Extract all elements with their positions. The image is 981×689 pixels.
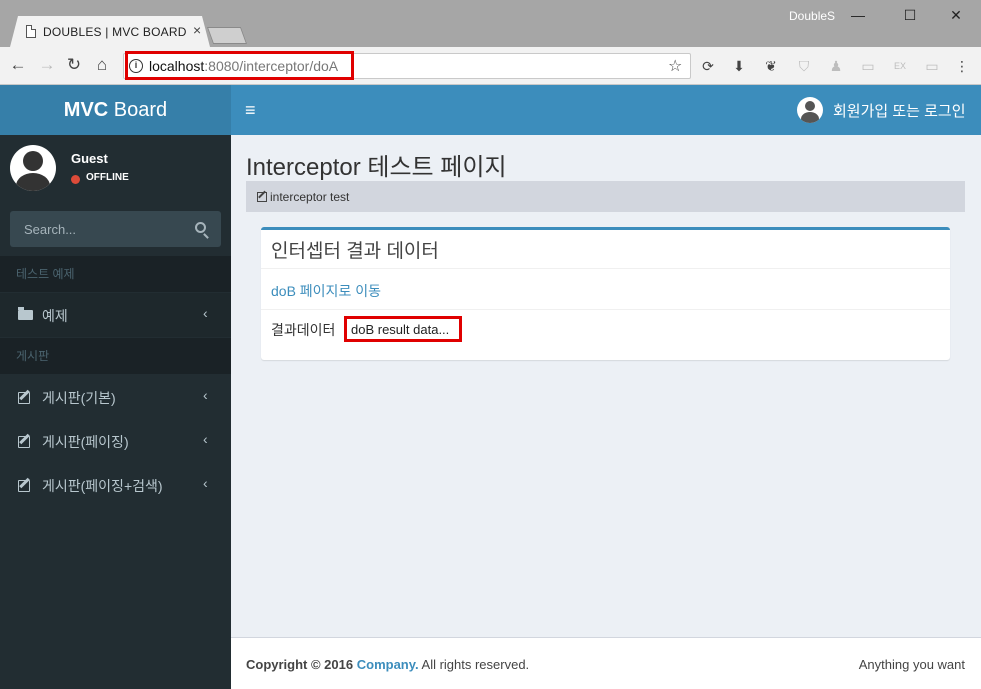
browser-tab[interactable]: DOUBLES | MVC BOARD × [10,16,210,47]
download-icon[interactable]: ⬇ [730,57,748,75]
tab-close-icon[interactable]: × [193,22,201,38]
user-icon[interactable]: ♟ [827,57,845,75]
edit-icon [18,480,30,492]
breadcrumb-text: interceptor test [270,190,350,204]
company-link[interactable]: Company. [357,657,419,672]
result-label: 결과데이터 [271,322,336,338]
status-dot-icon [71,175,80,184]
sidebar-item-label: 게시판(페이징) [42,434,129,450]
tab-title: DOUBLES | MVC BOARD [43,25,187,39]
logo[interactable]: MVC Board [0,85,231,135]
browser-toolbar: ← → ↻ ⌂ i localhost:8080/interceptor/doA… [0,47,981,85]
sidebar-item-label: 게시판(기본) [42,390,116,406]
home-button[interactable]: ⌂ [91,54,113,76]
breadcrumb: interceptor test [246,181,965,212]
browser-window: DOUBLES | MVC BOARD × DoubleS — ☐ ✕ ← → … [0,0,981,689]
sidebar-item-examples[interactable]: 예제 ‹ [0,293,231,337]
user-avatar [10,145,56,191]
edit-icon [18,436,30,448]
sidebar-search [10,211,221,247]
sidebar-item-board-paging-search[interactable]: 게시판(페이징+검색) ‹ [0,463,231,507]
copyright-label: Copyright © 2016 [246,657,354,672]
folder-icon [18,307,33,320]
status-text: OFFLINE [86,172,129,183]
chevron-left-icon: ‹ [203,305,208,321]
edit-icon [18,392,30,404]
top-navbar: ≡ 회원가입 또는 로그인 [231,85,981,135]
sidebar-item-board-paging[interactable]: 게시판(페이징) ‹ [0,419,231,463]
reload-button[interactable]: ↻ [63,54,85,76]
forward-button[interactable]: → [36,54,58,76]
sidebar-header-board: 게시판 [0,338,231,374]
edit-icon [257,192,267,202]
chevron-left-icon: ‹ [203,387,208,403]
chevron-left-icon: ‹ [203,431,208,447]
search-input[interactable] [10,211,190,247]
page: MVC Board ≡ 회원가입 또는 로그인 Guest OFFLINE 테스… [0,85,981,689]
sidebar-header-test-examples: 테스트 예제 [0,256,231,292]
search-icon[interactable] [195,222,206,233]
sidebar-item-label: 게시판(페이징+검색) [42,478,163,494]
gnome-icon[interactable]: ❦ [762,57,780,75]
back-button[interactable]: ← [7,54,29,76]
sidebar: Guest OFFLINE 테스트 예제 예제 ‹ 게시판 게시판(기본) ‹ [0,135,231,689]
dob-page-link[interactable]: doB 페이지로 이동 [271,281,381,301]
new-tab-button[interactable] [206,27,248,44]
result-value-highlight: doB result data... [344,316,462,342]
close-window-button[interactable]: ✕ [942,5,970,25]
sync-icon[interactable]: ⟳ [699,57,717,75]
window-user-label: DoubleS [789,9,836,23]
logo-bold: MVC [63,99,109,121]
minimize-button[interactable]: — [844,5,872,25]
footer-tagline: Anything you want [858,657,965,672]
copyright-text: Copyright © 2016 Company. All rights res… [246,657,529,672]
divider [261,268,950,269]
shield-icon[interactable]: ⛉ [795,57,813,75]
flag-icon[interactable]: ▭ [923,57,941,75]
url-highlight-box [125,51,354,80]
ex-icon[interactable]: EX [891,57,909,75]
bookmark-star-icon[interactable]: ☆ [668,56,682,76]
page-title: Interceptor 테스트 페이지 [246,154,507,181]
sidebar-item-label: 예제 [42,308,68,324]
box-title: 인터셉터 결과 데이터 [271,241,439,262]
login-link[interactable]: 회원가입 또는 로그인 [833,100,966,121]
avatar[interactable] [797,97,823,123]
screen-icon[interactable]: ▭ [859,57,877,75]
rights-text: All rights reserved. [418,657,530,672]
result-box-panel: 인터셉터 결과 데이터 doB 페이지로 이동 결과데이터 doB result… [261,227,950,360]
chevron-left-icon: ‹ [203,475,208,491]
sidebar-toggle-icon[interactable]: ≡ [245,100,256,121]
logo-rest: Board [108,99,168,121]
maximize-button[interactable]: ☐ [896,5,924,25]
user-name: Guest [71,151,108,166]
sidebar-item-board-basic[interactable]: 게시판(기본) ‹ [0,375,231,419]
divider [261,309,950,310]
document-icon [26,25,36,38]
user-panel: Guest OFFLINE [0,135,231,207]
title-bar: DOUBLES | MVC BOARD × DoubleS — ☐ ✕ [0,0,981,47]
footer: Copyright © 2016 Company. All rights res… [231,637,981,689]
menu-icon[interactable]: ⋮ [953,57,971,75]
result-value: doB result data... [351,322,450,337]
